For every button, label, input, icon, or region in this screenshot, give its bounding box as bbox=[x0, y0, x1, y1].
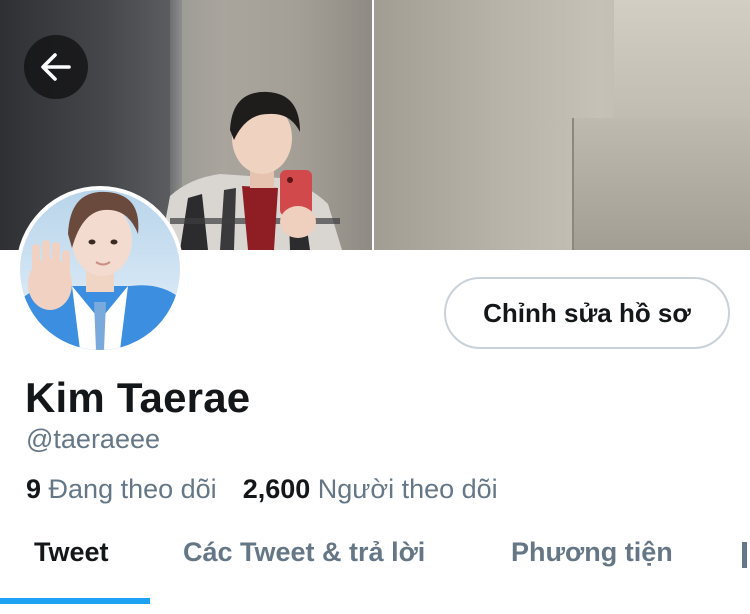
avatar-image bbox=[20, 190, 180, 350]
followers-label: Người theo dõi bbox=[317, 474, 498, 504]
following-label: Đang theo dõi bbox=[48, 474, 217, 504]
profile-avatar[interactable] bbox=[16, 186, 184, 354]
user-handle: @taeraeee bbox=[26, 424, 160, 454]
back-button[interactable] bbox=[24, 35, 88, 99]
tab-next-partial[interactable] bbox=[742, 540, 750, 570]
banner-photo-right bbox=[374, 0, 750, 250]
display-name: Kim Taerae bbox=[25, 374, 251, 421]
banner-person-figure bbox=[160, 91, 342, 250]
profile-tabs: Tweet Các Tweet & trả lời Phương tiện bbox=[0, 520, 750, 614]
edit-profile-button[interactable]: Chỉnh sửa hồ sơ bbox=[444, 277, 730, 349]
followers-link[interactable]: 2,600 Người theo dõi bbox=[243, 474, 498, 504]
active-tab-indicator bbox=[0, 598, 150, 604]
tab-media[interactable]: Phương tiện bbox=[511, 537, 673, 568]
tab-tweets-and-replies[interactable]: Các Tweet & trả lời bbox=[183, 537, 425, 568]
follow-stats: 9 Đang theo dõi 2,600 Người theo dõi bbox=[26, 474, 498, 505]
followers-count: 2,600 bbox=[242, 474, 311, 504]
following-link[interactable]: 9 Đang theo dõi bbox=[26, 474, 217, 504]
arrow-left-icon bbox=[41, 53, 71, 81]
profile-page: Chỉnh sửa hồ sơ Kim Taerae @taeraeee 9 Đ… bbox=[0, 0, 750, 614]
following-count: 9 bbox=[26, 474, 42, 504]
tab-tweets[interactable]: Tweet bbox=[34, 537, 109, 568]
